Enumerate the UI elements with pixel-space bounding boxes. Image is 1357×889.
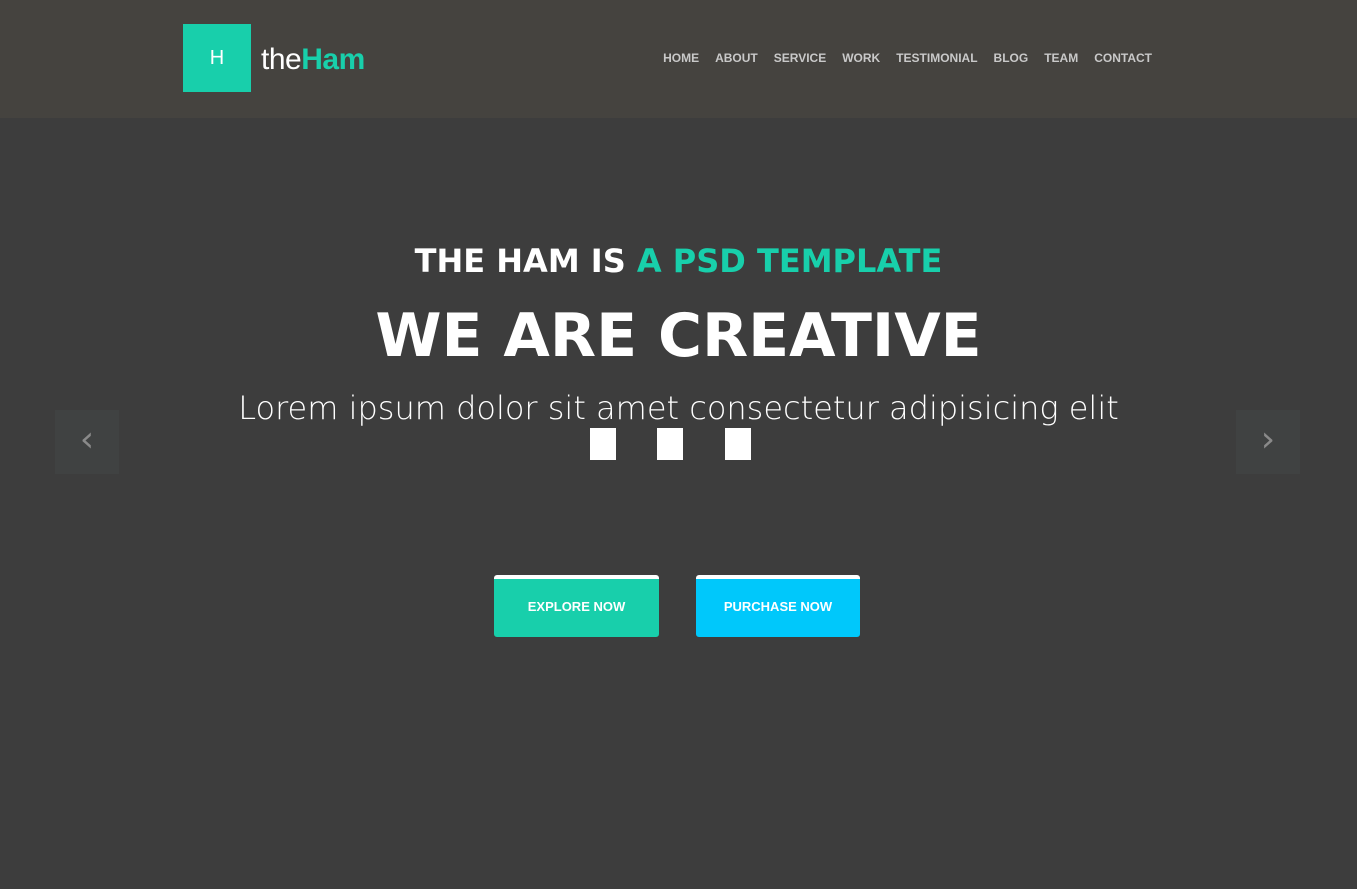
logo-text-prefix: the — [261, 43, 302, 76]
nav-service[interactable]: SERVICE — [774, 50, 826, 66]
explore-now-button[interactable]: EXPLORE NOW — [494, 575, 659, 637]
slide-indicator-2[interactable] — [657, 428, 683, 460]
hero-subtitle-white: THE HAM IS — [414, 242, 626, 280]
nav-contact[interactable]: CONTACT — [1094, 50, 1152, 66]
hero-subtitle: THE HAM IS A PSD TEMPLATE — [0, 240, 1357, 282]
logo-text[interactable]: theHam — [261, 40, 365, 80]
nav-blog[interactable]: BLOG — [994, 50, 1029, 66]
prev-slide-arrow-icon[interactable]: ‹ — [55, 410, 119, 474]
site-header: H theHam HOME ABOUT SERVICE WORK TESTIMO… — [0, 0, 1357, 118]
logo-text-suffix: Ham — [301, 43, 365, 76]
nav-testimonial[interactable]: TESTIMONIAL — [896, 50, 977, 66]
next-slide-arrow-icon[interactable]: › — [1236, 410, 1300, 474]
purchase-now-button[interactable]: PURCHASE NOW — [696, 575, 860, 637]
slide-indicator-3[interactable] — [725, 428, 751, 460]
nav-home[interactable]: HOME — [663, 50, 699, 66]
nav-work[interactable]: WORK — [842, 50, 880, 66]
hero-subtitle-accent: A PSD TEMPLATE — [636, 242, 943, 280]
nav-team[interactable]: TEAM — [1044, 50, 1078, 66]
slide-indicator-1[interactable] — [590, 428, 616, 460]
hero-title: WE ARE CREATIVE — [375, 301, 982, 371]
main-nav: HOME ABOUT SERVICE WORK TESTIMONIAL BLOG… — [663, 50, 1152, 66]
hero-description: Lorem ipsum dolor sit amet consectetur a… — [238, 389, 1119, 427]
nav-about[interactable]: ABOUT — [715, 50, 758, 66]
logo-icon[interactable]: H — [183, 24, 251, 92]
